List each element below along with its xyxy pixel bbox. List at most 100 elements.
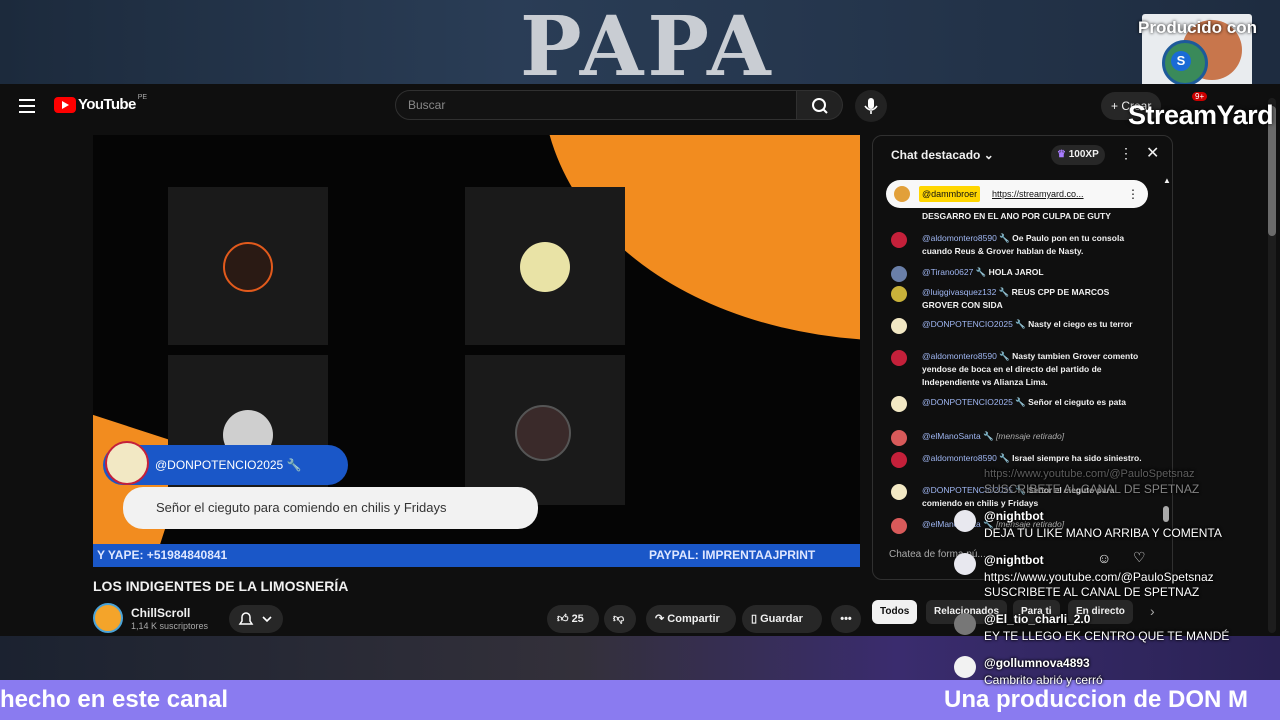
chat-avatar [891,266,907,282]
overlay-text: Cambrito abrió y cerró [984,673,1103,687]
ticker-yape: Y YAPE: +51984840841 [97,548,228,562]
producido-label: Producido con [1138,18,1257,37]
microphone-icon [864,98,878,114]
commenter-avatar [954,613,976,635]
chat-message-body: @Tirano0627 🔧 HOLA JAROL [922,266,1142,279]
youtube-play-icon [54,96,76,113]
chat-author[interactable]: @aldomontero8590 🔧 [922,233,1010,243]
chat-avatar [891,430,907,446]
nightbot-avatar [954,510,976,532]
video-player[interactable]: @DONPOTENCIO2025 🔧 Señor el cieguto para… [93,135,860,567]
chat-message-body: @aldomontero8590 🔧 Israel siempre ha sid… [922,452,1142,465]
chat-author[interactable]: @DONPOTENCIO2025 🔧 [922,397,1026,407]
chat-mode-dropdown[interactable]: Chat destacado ⌄ [891,148,994,162]
share-button[interactable]: ↷ Compartir [646,605,736,633]
ticker-paypal: PAYPAL: IMPRENTAAJPRINT [649,548,816,562]
chat-text: DESGARRO EN EL ANO POR CULPA DE GUTY [922,211,1111,221]
like-count: 25 [571,613,584,625]
chat-text: Nasty el ciego es tu terror [1028,319,1133,329]
xp-value: 100XP [1068,149,1099,160]
country-code: PE [137,94,148,101]
channel-avatar[interactable] [93,603,123,633]
youtube-masthead: YouTube PE Buscar + Crear 9+ [0,84,1280,128]
chat-text: Israel siempre ha sido siniestro. [1012,453,1142,463]
thumbs-down-icon: 👎︎ [613,613,625,625]
chat-options-icon[interactable]: ⋮ [1119,145,1133,162]
youtube-logo[interactable]: YouTube PE [54,94,148,113]
bookmark-icon: ▯ [751,613,761,625]
pinned-more-icon[interactable]: ⋮ [1127,180,1139,208]
more-icon: ••• [840,613,852,625]
banner-title: PAPA [520,0,775,84]
chevron-down-icon: ⌄ [983,148,994,162]
more-actions-button[interactable]: ••• [831,605,861,633]
overlay-author: @nightbot [984,553,1044,567]
save-label: Guardar [760,613,803,625]
chat-author[interactable]: @DONPOTENCIO2025 🔧 [922,319,1026,329]
overlay-text: EY TE LLEGO EK CENTRO QUE TE MANDÉ [984,629,1230,643]
comment-message-bubble: Señor el cieguto para comiendo en chilis… [123,487,538,529]
chat-avatar [891,518,907,534]
plus-icon: + [1111,99,1122,113]
top-banner: PAPA [0,0,1280,84]
chat-header: Chat destacado ⌄ ♛ 100XP ⋮ ✕ [873,136,1172,174]
hamburger-menu-icon[interactable] [19,99,35,113]
overlay-ghost-text: SUSCRIBETE AL CANAL DE SPETNAZ [984,482,1200,496]
save-button[interactable]: ▯ Guardar [742,605,822,633]
chat-author[interactable]: @aldomontero8590 🔧 [922,351,1010,361]
share-label: Compartir [667,613,720,625]
share-icon: ↷ [655,613,668,625]
youtube-wordmark: YouTube [78,96,136,113]
like-button[interactable]: 👍︎ 25 [547,605,599,633]
chat-message-body: @elManoSanta 🔧 [mensaje retirado] [922,430,1142,443]
chat-author[interactable]: @Tirano0627 🔧 [922,267,986,277]
commenter-avatar [105,441,149,485]
chat-avatar [891,286,907,302]
participant-avatar [223,242,273,292]
chat-text: Señor el cieguto es pata [1028,397,1126,407]
chat-author[interactable]: @aldomontero8590 🔧 [922,453,1010,463]
overlay-text: SUSCRIBETE AL CANAL DE SPETNAZ [984,585,1200,599]
chat-author[interactable]: @elManoSanta 🔧 [922,431,994,441]
overlay-comments: https://www.youtube.com/@PauloSpetsnaz S… [944,468,1280,698]
channel-name[interactable]: ChillScroll [131,606,190,620]
overlay-author: @gollumnova4893 [984,656,1090,670]
subscription-bell-button[interactable] [229,605,283,633]
donation-ticker: Y YAPE: +51984840841 PAYPAL: IMPRENTAAJP… [93,544,860,567]
close-chat-icon[interactable]: ✕ [1146,143,1159,163]
voice-search-button[interactable] [855,90,887,122]
participant-avatar [515,405,571,461]
overlay-author: @nightbot [984,509,1044,523]
chat-avatar [891,350,907,366]
participant-avatar [520,242,570,292]
chat-message-body: @DONPOTENCIO2025 🔧 Nasty el ciego es tu … [922,318,1142,331]
chat-text: HOLA JAROL [988,267,1044,277]
chat-avatar [891,484,907,500]
pinned-link[interactable]: https://streamyard.co... [992,180,1084,208]
subscriber-count: 1,14 K suscriptores [131,621,209,631]
chat-avatar [891,232,907,248]
search-icon [812,98,828,114]
overlay-text: DEJA TU LIKE MANO ARRIBA Y COMENTA [984,526,1222,540]
pinned-author: @dammbroer [919,186,981,202]
commenter-avatar [954,656,976,678]
chip-todos[interactable]: Todos [872,600,918,624]
xp-badge[interactable]: ♛ 100XP [1051,145,1105,165]
chat-avatar [891,396,907,412]
overlay-ghost-link: https://www.youtube.com/@PauloSpetsnaz [984,468,1195,480]
pinned-message[interactable]: @dammbroer https://streamyard.co... ⋮ [886,180,1148,208]
search-input[interactable]: Buscar [395,90,797,120]
chat-message-body: @aldomontero8590 🔧 Nasty tambien Grover … [922,350,1142,389]
scroll-up-icon[interactable]: ▲ [1163,176,1171,186]
chat-message-body: DESGARRO EN EL ANO POR CULPA DE GUTY [922,210,1142,223]
overlay-author: @El_tio_charli_2.0 [984,612,1091,626]
chat-message-body: @aldomontero8590 🔧 Oe Paulo pon en tu co… [922,232,1142,258]
chat-avatar [891,318,907,334]
nightbot-avatar [954,553,976,575]
chat-message-body: @luiggivasquez132 🔧 REUS CPP DE MARCOS G… [922,286,1142,312]
search-button[interactable] [797,90,843,120]
chat-avatar [891,452,907,468]
chat-author[interactable]: @luiggivasquez132 🔧 [922,287,1009,297]
bell-icon [238,612,272,625]
dislike-button[interactable]: 👎︎ [604,605,636,633]
